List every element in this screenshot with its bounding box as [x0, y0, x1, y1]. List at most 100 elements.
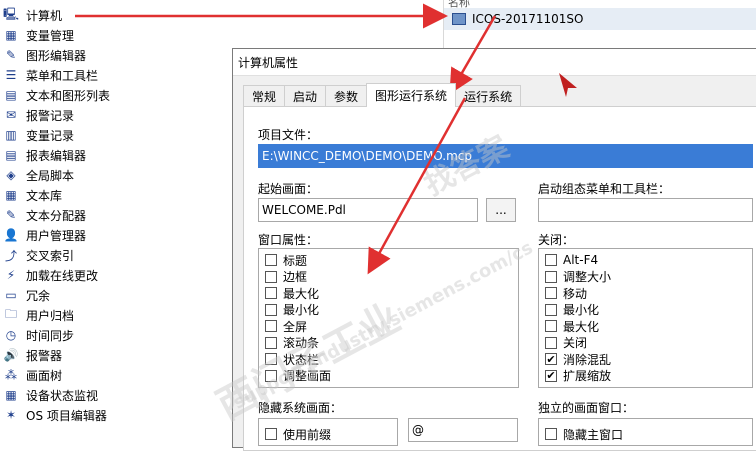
tree-item[interactable]: ✎ 文本分配器	[2, 205, 86, 225]
tree-item[interactable]: ◈ 全局脚本	[2, 165, 74, 185]
window-attr-label: 最小化	[283, 303, 320, 317]
window-attr-label: 最大化	[283, 286, 320, 301]
tree-item[interactable]: ✉ 报警记录	[2, 105, 74, 125]
tree-item[interactable]: ▭ 冗余	[2, 285, 50, 305]
tree-item[interactable]: ✎ 图形编辑器	[2, 45, 86, 65]
tree-item[interactable]: ▦ 设备状态监视	[2, 385, 98, 405]
window-attr-row[interactable]: 最小化	[265, 302, 319, 318]
menu-toolbar-icon: ☰	[5, 68, 17, 82]
close-option-checkbox[interactable]	[545, 254, 557, 266]
window-attr-row[interactable]: 滚动条	[265, 335, 319, 351]
tree-item-label: 用户管理器	[26, 228, 87, 243]
tab-1[interactable]: 启动	[284, 85, 327, 107]
tree-item[interactable]: ▥ 变量记录	[2, 125, 74, 145]
use-prefix-checkbox[interactable]	[265, 428, 277, 440]
window-attr-row[interactable]: 状态栏	[265, 351, 319, 367]
tree-item-label: 文本和图形列表	[26, 88, 111, 103]
tab-0[interactable]: 常规	[243, 85, 286, 107]
load-online-changes-icon: ⚡	[6, 268, 16, 282]
start-picture-label: 起始画面：	[258, 182, 319, 196]
project-file-field[interactable]: E:\WINCC_DEMO\DEMO\DEMO.mcp	[258, 144, 753, 168]
close-options-label: 关闭：	[538, 233, 575, 247]
close-option-row[interactable]: ✔ 扩展缩放	[545, 368, 611, 384]
close-options-list: Alt-F4 调整大小 移动 最小化 最大化 关闭 ✔ 消除混乱 ✔ 扩展缩放	[538, 248, 753, 388]
device-status-icon: ▦	[5, 388, 17, 402]
close-option-label: Alt-F4	[563, 253, 599, 267]
tree-item[interactable]: 🗀 用户归档	[2, 305, 74, 325]
tree-item-label: 菜单和工具栏	[26, 68, 99, 83]
tag-logging-icon: ▥	[5, 128, 17, 142]
tree-item[interactable]: ⚡ 加载在线更改	[2, 265, 98, 285]
report-designer-icon: ▤	[5, 148, 17, 162]
alarm-logging-icon: ✉	[5, 108, 17, 122]
tree-item[interactable]: ⤴ 交叉索引	[2, 245, 74, 265]
tab-4[interactable]: 运行系统	[455, 85, 522, 107]
window-attr-row[interactable]: 标题	[265, 252, 307, 268]
window-attr-row[interactable]: 边框	[265, 269, 307, 285]
use-prefix-checkbox-row[interactable]: 使用前缀	[265, 426, 331, 442]
use-prefix-label: 使用前缀	[283, 427, 332, 442]
window-attr-row[interactable]: 调整画面	[265, 368, 331, 384]
close-option-row[interactable]: ✔ 消除混乱	[545, 351, 611, 367]
tree-item[interactable]: ⁂ 画面树	[2, 365, 62, 385]
hide-main-window-row[interactable]: 隐藏主窗口	[545, 426, 623, 442]
window-attr-row[interactable]: 全屏	[265, 318, 307, 334]
window-attr-checkbox[interactable]	[265, 353, 277, 365]
computer-properties-dialog: 计算机属性 常规 启动 参数 图形运行系统 运行系统 项目文件： E:\WINCC_DE…	[232, 48, 756, 451]
close-option-row[interactable]: 最小化	[545, 302, 599, 318]
tree-item[interactable]: 🔊 报警器	[2, 345, 63, 365]
tree-item-label: 变量记录	[26, 128, 75, 143]
start-menu-toolbar-field[interactable]	[538, 198, 753, 222]
close-option-row[interactable]: 关闭	[545, 335, 587, 351]
tree-item[interactable]: ☰ 菜单和工具栏	[2, 65, 98, 85]
tree-item[interactable]: ▦ 文本库	[2, 185, 62, 205]
computer-icon	[452, 13, 466, 25]
tab-3[interactable]: 图形运行系统	[366, 83, 457, 107]
window-attr-label: 全屏	[283, 319, 308, 334]
hide-main-window-checkbox[interactable]	[545, 428, 557, 440]
window-attr-label: 标题	[283, 253, 308, 268]
tree-item[interactable]: ✶ OS 项目编辑器	[2, 405, 107, 425]
window-attr-checkbox[interactable]	[265, 320, 277, 332]
computer-list-panel: 名称 ICOS-20171101SO	[443, 0, 756, 48]
tag-management-icon: ▦	[5, 28, 17, 42]
close-option-checkbox[interactable]	[545, 270, 557, 283]
close-option-checkbox[interactable]: ✔	[545, 353, 557, 365]
picture-tree-icon: ⁂	[5, 368, 17, 382]
window-attr-checkbox[interactable]	[265, 287, 277, 299]
close-option-checkbox[interactable]	[545, 303, 557, 316]
tree-item[interactable]: ▤ 报表编辑器	[2, 145, 86, 165]
tree-item[interactable]: 👤 用户管理器	[2, 225, 87, 245]
window-attr-checkbox[interactable]	[265, 369, 277, 382]
tree-item[interactable]: ◷ 时间同步	[2, 325, 74, 345]
close-option-row[interactable]: 最大化	[545, 318, 599, 334]
window-attr-checkbox[interactable]	[265, 303, 277, 316]
close-option-row[interactable]: 调整大小	[545, 269, 611, 285]
window-attr-checkbox[interactable]	[265, 254, 277, 266]
tree-item[interactable]: 🖳 计算机	[2, 5, 62, 25]
close-option-row[interactable]: 移动	[545, 285, 587, 301]
hide-main-window-label: 隐藏主窗口	[563, 427, 624, 442]
tree-item[interactable]: ▦ 变量管理	[2, 25, 74, 45]
os-project-editor-icon: ✶	[5, 408, 17, 422]
hide-system-prefix-box: 使用前缀	[258, 418, 398, 446]
browse-button[interactable]: ...	[486, 198, 516, 222]
close-option-checkbox[interactable]	[545, 287, 557, 299]
tab-2[interactable]: 参数	[325, 85, 368, 107]
window-attr-checkbox[interactable]	[265, 336, 277, 349]
computer-list-row[interactable]: ICOS-20171101SO	[444, 8, 756, 30]
tree-item[interactable]: ▤ 文本和图形列表	[2, 85, 110, 105]
window-attributes-list: 标题 边框 最大化最小化全屏 滚动条 状态栏 调整画面	[258, 248, 519, 388]
prefix-field[interactable]: @	[408, 418, 518, 442]
global-script-icon: ◈	[6, 168, 16, 182]
tree-item-label: 加载在线更改	[26, 268, 99, 283]
window-attr-checkbox[interactable]	[265, 270, 277, 283]
close-option-checkbox[interactable]	[545, 336, 557, 349]
tree-item-label: 画面树	[26, 368, 63, 383]
close-option-checkbox[interactable]: ✔	[545, 369, 557, 382]
project-file-label: 项目文件：	[258, 128, 319, 142]
start-picture-field[interactable]: WELCOME.Pdl	[258, 198, 478, 222]
close-option-row[interactable]: Alt-F4	[545, 252, 598, 268]
window-attr-row[interactable]: 最大化	[265, 285, 319, 301]
close-option-checkbox[interactable]	[545, 320, 557, 332]
